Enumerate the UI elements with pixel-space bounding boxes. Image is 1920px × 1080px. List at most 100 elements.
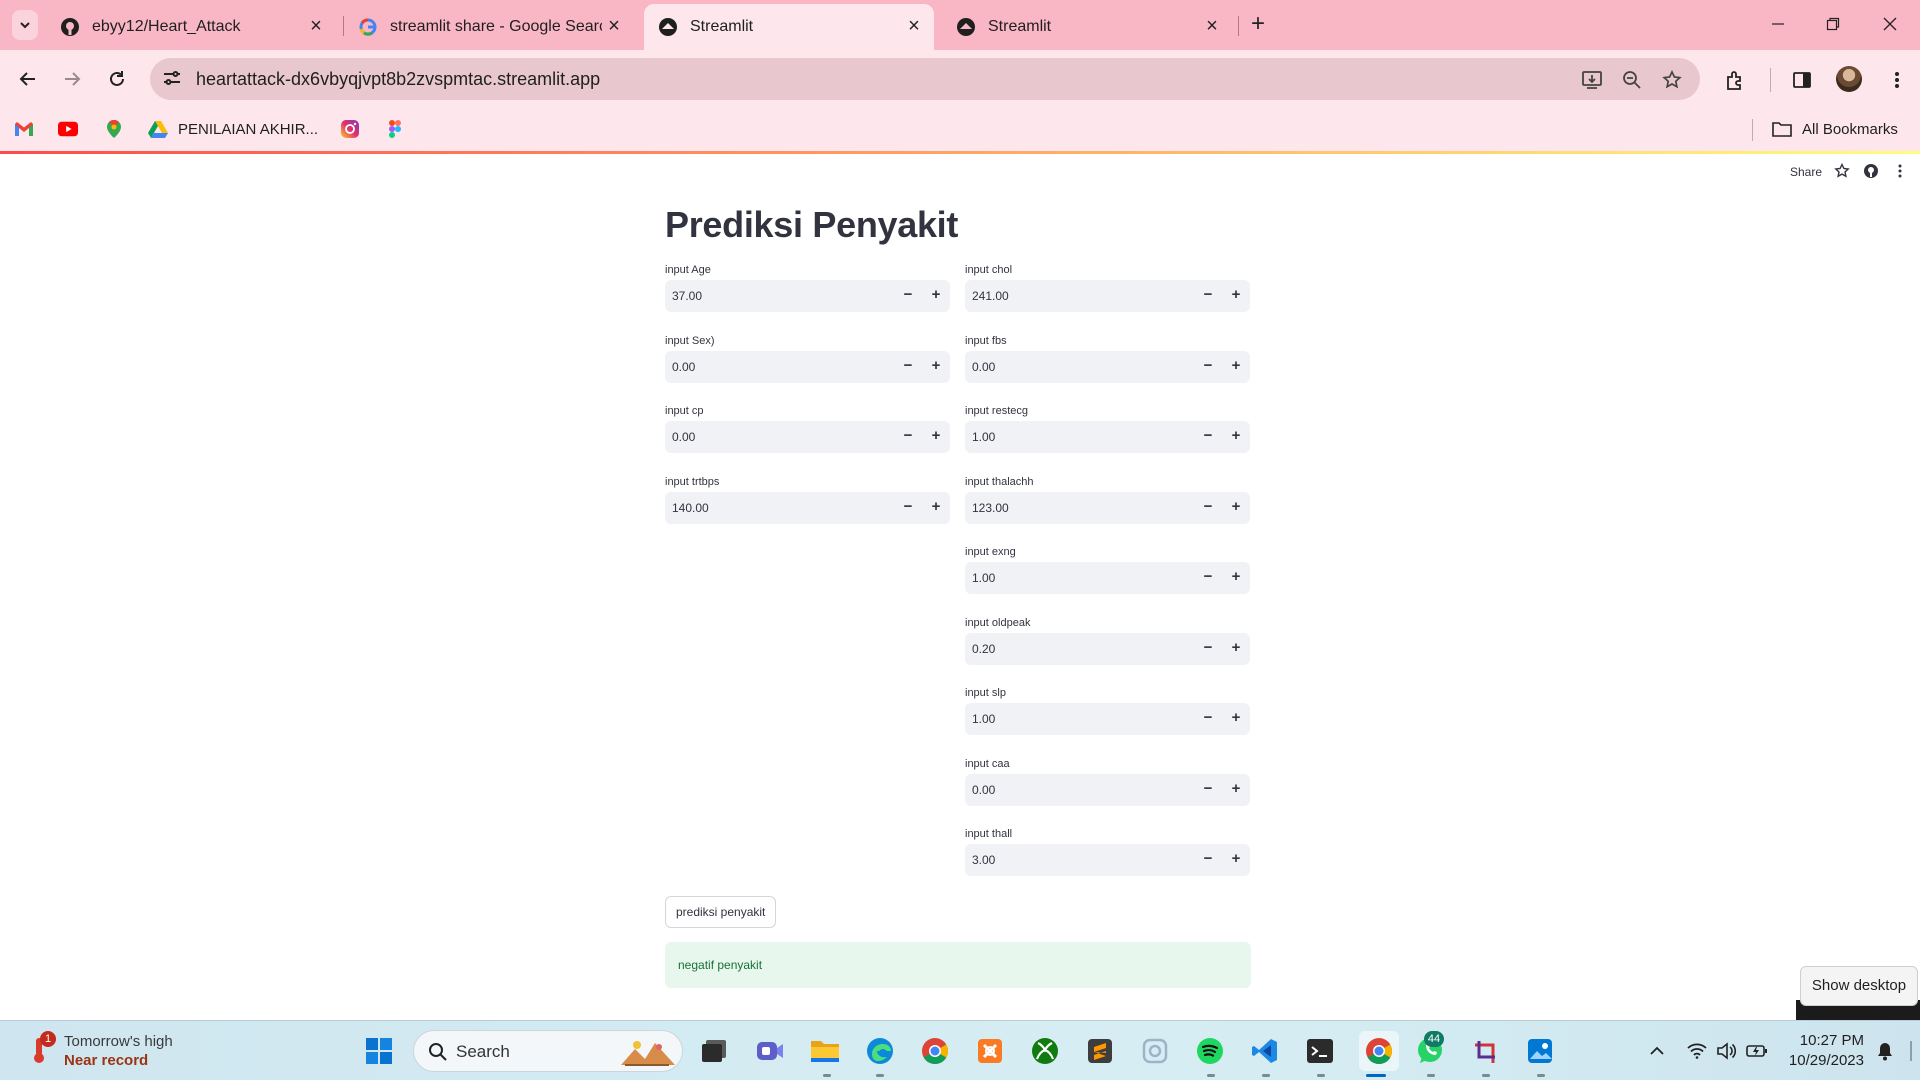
forward-button[interactable]	[55, 62, 89, 96]
new-tab-button[interactable]: +	[1244, 11, 1272, 39]
edge-button[interactable]	[864, 1035, 896, 1067]
bookmark-star-icon[interactable]	[1660, 68, 1684, 92]
more-menu-icon[interactable]	[1882, 65, 1912, 95]
field-value[interactable]: 0.00	[672, 430, 695, 444]
bookmark-youtube[interactable]	[58, 117, 88, 141]
bookmark-gmail[interactable]	[14, 117, 44, 141]
photos-button[interactable]	[1524, 1035, 1556, 1067]
vscode-button[interactable]	[1249, 1035, 1281, 1067]
field-value[interactable]: 1.00	[972, 571, 995, 585]
field-value[interactable]: 241.00	[972, 289, 1009, 303]
teams-meet-button[interactable]	[754, 1035, 786, 1067]
main-menu-icon[interactable]	[1898, 163, 1902, 179]
field-value[interactable]: 140.00	[672, 501, 709, 515]
decrement-button[interactable]: −	[1194, 280, 1222, 312]
taskbar-search[interactable]: Search	[413, 1030, 683, 1072]
close-window-button[interactable]	[1872, 10, 1908, 38]
number-input-box[interactable]: 0.00 − +	[965, 350, 1250, 383]
decrement-button[interactable]: −	[1194, 562, 1222, 594]
app-button[interactable]	[974, 1035, 1006, 1067]
increment-button[interactable]: +	[922, 280, 950, 312]
tab-google-search[interactable]: streamlit share - Google Search ×	[344, 4, 634, 50]
decrement-button[interactable]: −	[1194, 774, 1222, 806]
field-value[interactable]: 1.00	[972, 430, 995, 444]
xbox-button[interactable]	[1029, 1035, 1061, 1067]
number-input-box[interactable]: 241.00 − +	[965, 280, 1250, 312]
decrement-button[interactable]: −	[1194, 492, 1222, 524]
install-app-icon[interactable]	[1580, 68, 1604, 92]
tab-github[interactable]: ebyy12/Heart_Attack ×	[46, 4, 336, 50]
app-button[interactable]	[1139, 1035, 1171, 1067]
decrement-button[interactable]: −	[1194, 633, 1222, 665]
decrement-button[interactable]: −	[1194, 351, 1222, 383]
bookmark-maps[interactable]	[104, 117, 134, 141]
decrement-button[interactable]: −	[1194, 703, 1222, 735]
weather-widget[interactable]: 1 Tomorrow's high Near record	[28, 1031, 188, 1071]
minimize-button[interactable]	[1760, 10, 1796, 38]
number-input-box[interactable]: 1.00 − +	[965, 562, 1250, 594]
increment-button[interactable]: +	[1222, 633, 1250, 665]
close-tab-icon[interactable]: ×	[602, 15, 626, 39]
chrome-active-button[interactable]	[1359, 1031, 1399, 1071]
field-value[interactable]: 0.20	[972, 642, 995, 656]
tab-search-button[interactable]	[12, 10, 38, 40]
profile-avatar[interactable]	[1836, 66, 1862, 92]
decrement-button[interactable]: −	[894, 351, 922, 383]
number-input-box[interactable]: 0.00 − +	[665, 350, 950, 383]
chrome-button[interactable]	[919, 1035, 951, 1067]
reload-button[interactable]	[100, 62, 134, 96]
increment-button[interactable]: +	[1222, 280, 1250, 312]
tray-overflow-icon[interactable]	[1645, 1039, 1669, 1063]
number-input-box[interactable]: 37.00 − +	[665, 280, 950, 312]
restore-button[interactable]	[1815, 10, 1851, 38]
close-tab-icon[interactable]: ×	[902, 15, 926, 39]
decrement-button[interactable]: −	[894, 421, 922, 453]
increment-button[interactable]: +	[922, 351, 950, 383]
number-input-box[interactable]: 1.00 − +	[965, 703, 1250, 735]
side-panel-icon[interactable]	[1787, 65, 1817, 95]
favorite-star-icon[interactable]	[1834, 163, 1850, 179]
predict-button[interactable]: prediksi penyakit	[665, 896, 777, 928]
increment-button[interactable]: +	[1222, 562, 1250, 594]
increment-button[interactable]: +	[1222, 351, 1250, 383]
field-value[interactable]: 0.00	[972, 360, 995, 374]
field-value[interactable]: 123.00	[972, 501, 1009, 515]
increment-button[interactable]: +	[1222, 421, 1250, 453]
wifi-icon[interactable]	[1685, 1039, 1709, 1063]
increment-button[interactable]: +	[1222, 844, 1250, 876]
tab-streamlit[interactable]: Streamlit ×	[942, 4, 1232, 50]
increment-button[interactable]: +	[1222, 703, 1250, 735]
decrement-button[interactable]: −	[894, 492, 922, 524]
battery-icon[interactable]	[1745, 1039, 1769, 1063]
number-input-box[interactable]: 0.00 − +	[965, 773, 1250, 806]
field-value[interactable]: 37.00	[672, 289, 702, 303]
snipping-tool-button[interactable]	[1469, 1035, 1501, 1067]
number-input-box[interactable]: 123.00 − +	[965, 491, 1250, 524]
sublime-button[interactable]	[1084, 1035, 1116, 1067]
increment-button[interactable]: +	[1222, 774, 1250, 806]
zoom-icon[interactable]	[1620, 68, 1644, 92]
decrement-button[interactable]: −	[1194, 844, 1222, 876]
close-tab-icon[interactable]: ×	[1200, 15, 1224, 39]
file-explorer-button[interactable]	[809, 1035, 841, 1067]
close-tab-icon[interactable]: ×	[304, 15, 328, 39]
terminal-button[interactable]	[1304, 1035, 1336, 1067]
task-view-button[interactable]	[698, 1035, 730, 1067]
increment-button[interactable]: +	[922, 421, 950, 453]
tab-streamlit-active[interactable]: Streamlit ×	[644, 4, 934, 50]
site-info-icon[interactable]	[162, 68, 182, 88]
share-button[interactable]: Share	[1790, 165, 1822, 179]
decrement-button[interactable]: −	[1194, 421, 1222, 453]
decrement-button[interactable]: −	[894, 280, 922, 312]
field-value[interactable]: 0.00	[672, 360, 695, 374]
extensions-icon[interactable]	[1720, 65, 1750, 95]
bookmark-instagram[interactable]	[340, 117, 370, 141]
number-input-box[interactable]: 3.00 − +	[965, 844, 1250, 876]
system-clock[interactable]: 10:27 PM 10/29/2023	[1784, 1031, 1864, 1071]
number-input-box[interactable]: 1.00 − +	[965, 421, 1250, 453]
increment-button[interactable]: +	[922, 492, 950, 524]
all-bookmarks[interactable]: All Bookmarks	[1772, 117, 1898, 141]
field-value[interactable]: 3.00	[972, 853, 995, 867]
github-repo-icon[interactable]	[1863, 163, 1879, 179]
number-input-box[interactable]: 0.20 − +	[965, 632, 1250, 665]
